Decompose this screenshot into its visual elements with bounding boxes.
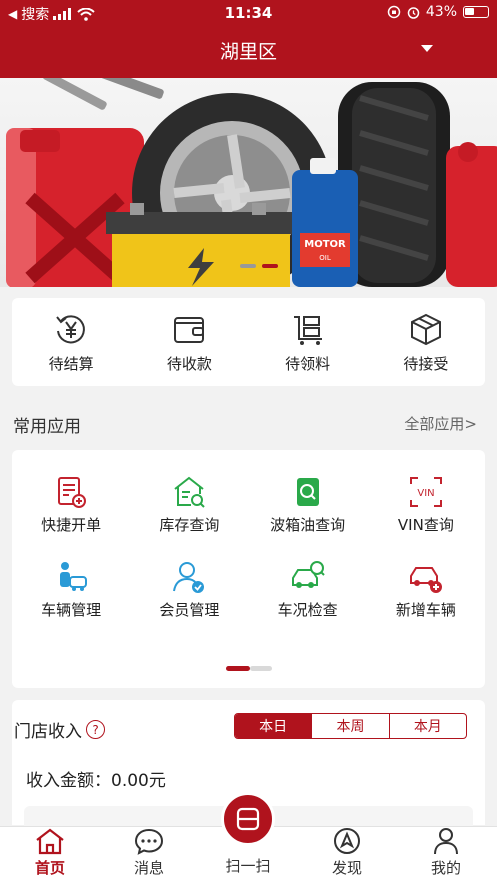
quick-order-icon (58, 477, 87, 508)
promo-banner[interactable]: MOTOR OIL (0, 78, 497, 287)
app-label: VIN查询 (397, 516, 454, 534)
tab-discover[interactable]: 发现 (307, 827, 387, 878)
vehicle-manage-icon (60, 562, 88, 591)
package-icon (410, 313, 441, 345)
app-vin-query[interactable]: VIN VIN查询 (367, 474, 485, 535)
tab-label: 扫一扫 (225, 857, 271, 875)
banner-dot[interactable] (240, 264, 256, 268)
warehouse-search-icon (174, 476, 206, 508)
tab-week[interactable]: 本周 (311, 714, 388, 738)
battery-percent: 43% (425, 4, 457, 20)
tab-label: 首页 (34, 859, 65, 877)
income-amount: 收入金额：0.00元 (26, 771, 166, 791)
chevron-down-icon[interactable] (421, 45, 433, 52)
rotation-lock-icon (387, 5, 401, 19)
member-manage-icon (173, 562, 205, 593)
app-label: 波箱油查询 (270, 516, 346, 534)
svg-text:OIL: OIL (319, 254, 331, 262)
app-inventory-query[interactable]: 库存查询 (130, 474, 248, 535)
tab-scan[interactable]: 扫一扫 (208, 853, 288, 876)
common-apps-title: 常用应用 (13, 417, 81, 437)
banner-dot-active[interactable] (262, 264, 278, 268)
battery-icon (463, 6, 489, 18)
quick-action-label: 待结算 (48, 354, 94, 373)
app-vehicle-management[interactable]: 车辆管理 (12, 559, 130, 620)
alarm-icon (407, 6, 420, 19)
quick-action-pending-payment[interactable]: 待收款 (130, 298, 248, 386)
scan-button[interactable] (221, 792, 275, 846)
quick-action-pending-accept[interactable]: 待接受 (367, 298, 485, 386)
help-icon[interactable]: ? (86, 720, 105, 739)
app-quick-order[interactable]: 快捷开单 (12, 474, 130, 535)
tab-label: 发现 (331, 859, 362, 877)
store-income-title: 门店收入 (14, 722, 82, 742)
quick-action-label: 待领料 (285, 354, 331, 373)
car-inspect-icon (291, 561, 325, 588)
store-income-header: 门店收入 ? (14, 717, 105, 742)
apps-pager-inactive[interactable] (250, 666, 272, 671)
vin-scan-icon: VIN (409, 477, 442, 507)
svg-text:MOTOR: MOTOR (304, 239, 346, 250)
user-icon (434, 828, 458, 855)
yen-refresh-icon (56, 314, 86, 343)
quick-action-pending-material[interactable]: 待领料 (249, 298, 367, 386)
app-label: 会员管理 (159, 601, 220, 619)
app-label: 库存查询 (159, 516, 220, 534)
cart-shelf-icon (293, 315, 322, 345)
compass-icon (334, 828, 360, 854)
quick-action-label: 待接受 (403, 354, 449, 373)
home-icon (36, 828, 64, 855)
status-bar: ◀ 搜索 11:34 43% (0, 0, 497, 26)
app-member-management[interactable]: 会员管理 (130, 559, 248, 620)
auto-parts-illustration: MOTOR OIL (6, 78, 497, 287)
app-add-vehicle[interactable]: 新增车辆 (367, 559, 485, 620)
tab-month[interactable]: 本月 (388, 714, 466, 738)
status-right: 43% (387, 4, 489, 20)
app-label: 新增车辆 (395, 601, 456, 619)
tab-home[interactable]: 首页 (10, 827, 90, 878)
scan-icon (236, 807, 260, 831)
message-icon (134, 828, 164, 855)
wallet-icon (174, 316, 205, 343)
tab-label: 我的 (430, 859, 461, 877)
order-status-card: 待结算 待收款 待领料 待接受 (12, 298, 485, 386)
quick-action-pending-settlement[interactable]: 待结算 (12, 298, 130, 386)
tab-messages[interactable]: 消息 (109, 827, 189, 878)
svg-text:VIN: VIN (417, 488, 434, 499)
period-selector: 本日 本周 本月 (234, 713, 467, 739)
apps-pager (226, 666, 272, 671)
oil-search-icon (296, 478, 319, 506)
tab-today[interactable]: 本日 (235, 714, 312, 738)
app-gearbox-oil-query[interactable]: 波箱油查询 (249, 474, 367, 535)
common-apps-card: 快捷开单 库存查询 波箱油查询 VIN VIN查询 车辆管理 会员管理 车况检查 (12, 450, 485, 688)
district-selector[interactable]: 湖里区 (0, 34, 497, 68)
app-car-inspection[interactable]: 车况检查 (249, 559, 367, 620)
tab-label: 消息 (133, 859, 164, 877)
all-apps-link[interactable]: 全部应用> (404, 413, 477, 434)
app-label: 车辆管理 (41, 601, 102, 619)
app-grid: 快捷开单 库存查询 波箱油查询 VIN VIN查询 车辆管理 会员管理 车况检查 (12, 474, 485, 620)
add-car-icon (409, 567, 442, 593)
app-header: ◀ 搜索 11:34 43% 湖里区 (0, 0, 497, 78)
banner-pager (240, 264, 278, 268)
quick-action-label: 待收款 (166, 354, 212, 373)
app-label: 快捷开单 (41, 516, 102, 534)
apps-pager-active[interactable] (226, 666, 250, 671)
tab-profile[interactable]: 我的 (406, 827, 486, 878)
app-label: 车况检查 (277, 601, 338, 619)
